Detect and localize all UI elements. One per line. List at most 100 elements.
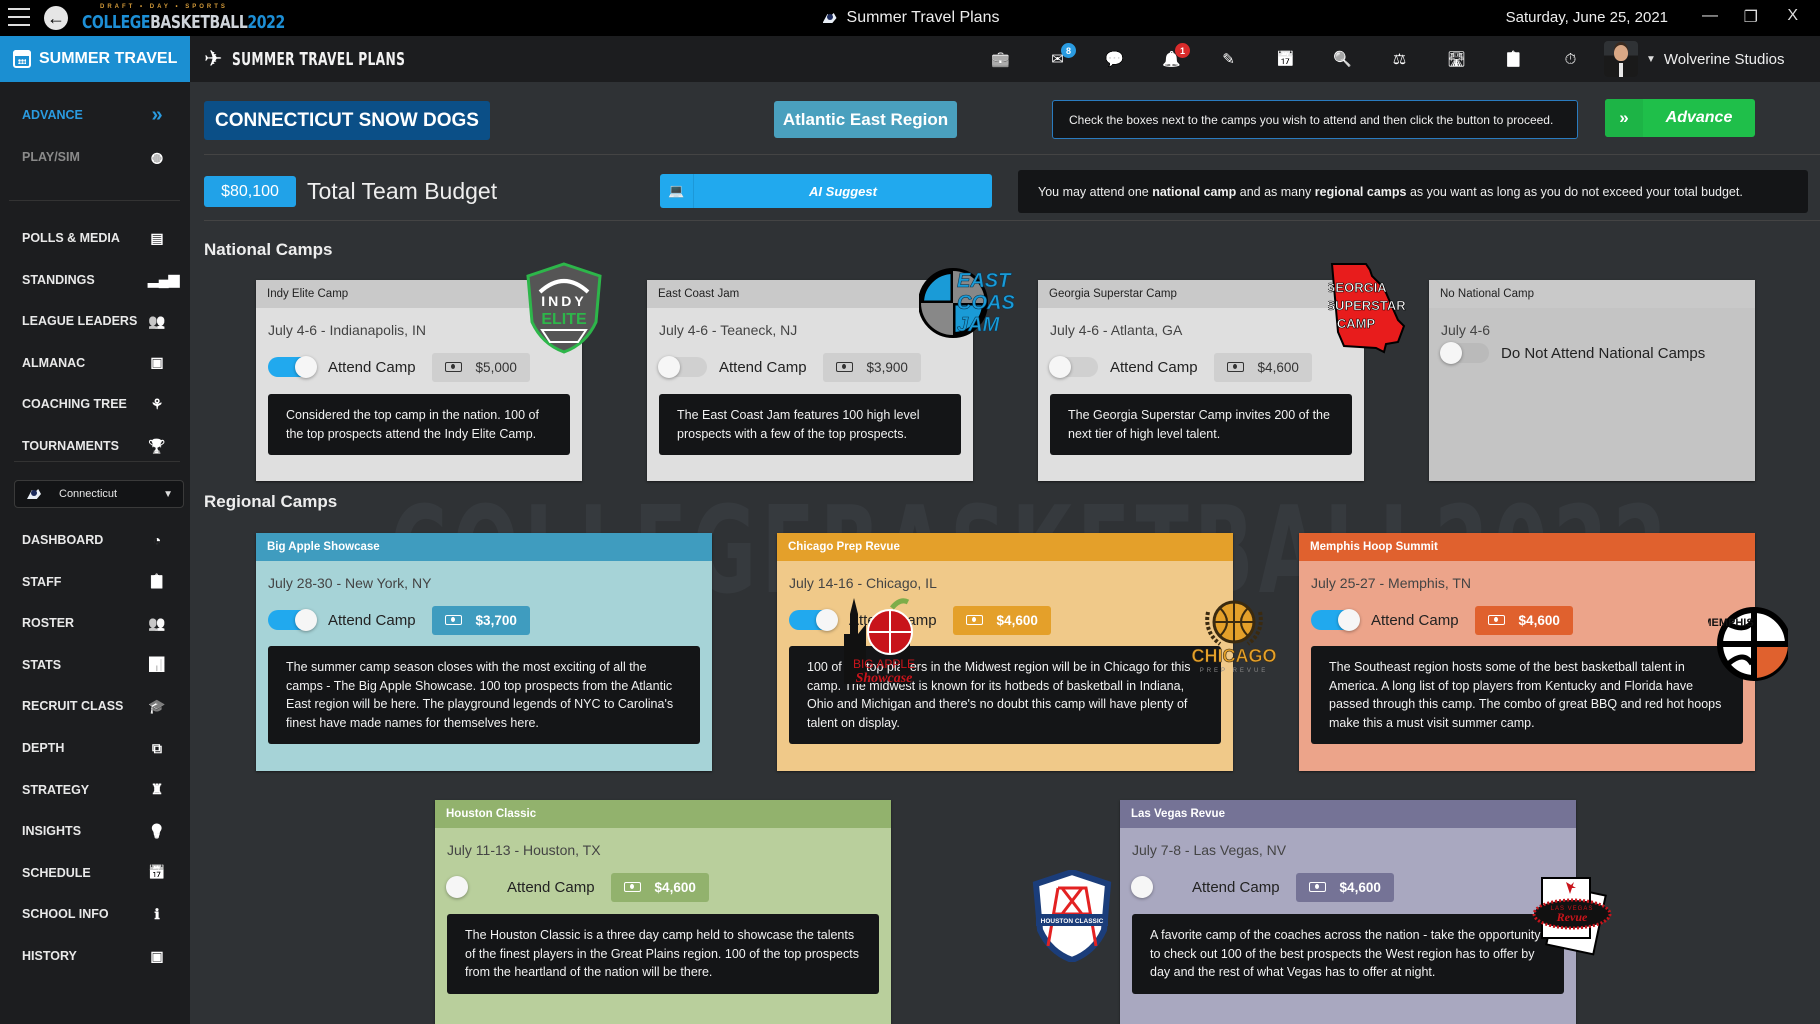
attend-label[interactable]: Attend Camp	[328, 612, 416, 629]
scale-button[interactable]: ⚖	[1371, 36, 1428, 82]
attend-label[interactable]: Do Not Attend National Camps	[1501, 345, 1705, 362]
attend-toggle[interactable]	[658, 356, 707, 378]
edit-button[interactable]: ✎	[1200, 36, 1257, 82]
camp-card: No National Camp July 4-6 Do Not Attend Na…	[1429, 280, 1755, 481]
restore-button[interactable]: ❐	[1744, 7, 1758, 27]
current-date: Saturday, June 25, 2021	[1505, 9, 1668, 26]
attend-label[interactable]: Attend Camp	[849, 612, 937, 629]
camp-card: Indy Elite Camp July 4-6 - Indianapolis, …	[256, 280, 582, 481]
camp-cost: $4,600	[1295, 872, 1394, 902]
attend-label[interactable]: Attend Camp	[1371, 612, 1459, 629]
camp-card: Memphis Hoop Summit July 25-27 - Memphis,…	[1299, 533, 1755, 771]
camp-cost: $3,700	[431, 605, 530, 635]
chat-button[interactable]: 💬	[1086, 36, 1143, 82]
section-tab-label: SUMMER TRAVEL	[39, 50, 178, 67]
page-title: SUMMER TRAVEL PLANS	[232, 48, 406, 70]
attend-row: Attend Camp $3,700	[268, 605, 530, 635]
advance-button[interactable]: » Advance	[1605, 99, 1755, 137]
camp-description: A favorite camp of the coaches across th…	[1132, 914, 1564, 994]
sidebar-item-standings[interactable]: STANDINGS ▂▄▆	[0, 263, 190, 297]
region-button[interactable]: Atlantic East Region	[774, 101, 957, 138]
user-avatar[interactable]	[1604, 41, 1638, 77]
instructions-box: Check the boxes next to the camps you wi…	[1052, 100, 1578, 139]
attend-toggle[interactable]	[1311, 609, 1360, 631]
sitemap-icon: ⧉	[152, 739, 162, 756]
clipboard-icon: 📋	[1504, 51, 1523, 68]
road-icon: 🛣	[1446, 51, 1467, 68]
camp-card: Big Apple Showcase July 28-30 - New York,…	[256, 533, 712, 771]
bell-button[interactable]: 🔔 1	[1143, 36, 1200, 82]
sidebar-item-dashboard[interactable]: DASHBOARD ◔	[0, 523, 190, 557]
search-button[interactable]: 🔍	[1314, 36, 1371, 82]
attend-label[interactable]: Attend Camp	[1110, 359, 1198, 376]
sidebar-item-staff[interactable]: STAFF 📋	[0, 565, 190, 599]
section-tab-summer-travel[interactable]: SUMMER TRAVEL	[0, 36, 190, 82]
caret-down-icon: ▼	[1646, 53, 1656, 65]
sidebar-item-polls-media[interactable]: POLLS & MEDIA ▤	[0, 221, 190, 255]
camp-cost: $4,600	[952, 605, 1051, 635]
divider	[204, 220, 1820, 221]
camp-cost: $3,900	[822, 352, 921, 382]
sidebar-item-advance[interactable]: ADVANCE »	[0, 98, 190, 132]
calendar-check-button[interactable]: 📅	[1257, 36, 1314, 82]
attend-toggle[interactable]	[1440, 342, 1489, 364]
money-icon	[835, 362, 853, 372]
sidebar-item-depth[interactable]: DEPTH ⧉	[0, 731, 190, 765]
sidebar-item-play-sim[interactable]: PLAY/SIM ◍	[0, 140, 190, 174]
clipboard-button[interactable]: 📋	[1485, 36, 1542, 82]
attend-toggle[interactable]	[446, 876, 495, 898]
tree-icon: ⚘	[150, 395, 164, 412]
team-logo-icon	[821, 11, 841, 25]
ai-suggest-button[interactable]: 💻 AI Suggest	[660, 174, 992, 208]
attend-row: Attend Camp $3,900	[658, 352, 921, 382]
camp-date-location: July 4-6 - Atlanta, GA	[1050, 322, 1183, 338]
stopwatch-button[interactable]: ⏱	[1542, 36, 1599, 82]
camp-date-location: July 7-8 - Las Vegas, NV	[1132, 842, 1287, 858]
sidebar-item-schedule[interactable]: SCHEDULE 📅	[0, 856, 190, 890]
sidebar-item-history[interactable]: HISTORY ▣	[0, 939, 190, 973]
attend-label[interactable]: Attend Camp	[1192, 879, 1280, 896]
briefcase-icon: 💼	[991, 51, 1010, 68]
attend-toggle[interactable]	[1049, 356, 1098, 378]
notification-badge: 8	[1061, 43, 1076, 58]
attend-label[interactable]: Attend Camp	[507, 879, 595, 896]
road-button[interactable]: 🛣	[1428, 36, 1485, 82]
team-select[interactable]: Connecticut ▼	[14, 480, 184, 508]
mail-button[interactable]: ✉ 8	[1029, 36, 1086, 82]
camp-date-location: July 4-6 - Teaneck, NJ	[659, 322, 798, 338]
rule-text: as you want as long as you do not exceed…	[1406, 184, 1743, 199]
sidebar-item-recruit-class[interactable]: RECRUIT CLASS 🎓	[0, 689, 190, 723]
camp-description: The Southeast region hosts some of the b…	[1311, 646, 1743, 744]
money-icon	[444, 615, 462, 625]
camp-cost: $4,600	[1213, 352, 1312, 382]
attend-label[interactable]: Attend Camp	[719, 359, 807, 376]
back-button[interactable]: ←	[44, 6, 68, 30]
sidebar-item-insights[interactable]: INSIGHTS 💡	[0, 814, 190, 848]
attend-toggle[interactable]	[268, 609, 317, 631]
sidebar-item-almanac[interactable]: ALMANAC ▣	[0, 346, 190, 380]
camp-date-location: July 4-6 - Indianapolis, IN	[268, 322, 426, 338]
sidebar-item-stats[interactable]: STATS 📊	[0, 648, 190, 682]
attend-toggle[interactable]	[1131, 876, 1180, 898]
gauge-icon: ◔	[152, 532, 162, 548]
close-button[interactable]: X	[1787, 7, 1798, 25]
sidebar-item-tournaments[interactable]: TOURNAMENTS 🏆	[0, 429, 190, 463]
sidebar-item-league-leaders[interactable]: LEAGUE LEADERS 👥	[0, 304, 190, 338]
camp-description: 100 of the top players in the Midwest re…	[789, 646, 1221, 744]
briefcase-button[interactable]: 💼	[972, 36, 1029, 82]
sidebar-item-school-info[interactable]: SCHOOL INFO ℹ	[0, 897, 190, 931]
sidebar-item-roster[interactable]: ROSTER 👥	[0, 606, 190, 640]
attend-label[interactable]: Attend Camp	[328, 359, 416, 376]
airplane-icon: ✈	[204, 46, 223, 71]
camp-cost-value: $4,600	[1518, 612, 1560, 628]
window-title-text: Summer Travel Plans	[846, 9, 1000, 26]
sidebar-item-coaching-tree[interactable]: COACHING TREE ⚘	[0, 387, 190, 421]
user-menu[interactable]: ▼ Wolverine Studios	[1646, 36, 1785, 82]
attend-toggle[interactable]	[268, 356, 317, 378]
sidebar-item-strategy[interactable]: STRATEGY ♜	[0, 773, 190, 807]
hamburger-menu-icon[interactable]	[8, 8, 30, 26]
camp-card: East Coast Jam July 4-6 - Teaneck, NJ Atte…	[647, 280, 973, 481]
national-camps-title: National Camps	[204, 240, 333, 259]
attend-toggle[interactable]	[789, 609, 838, 631]
minimize-button[interactable]: —	[1702, 7, 1718, 25]
